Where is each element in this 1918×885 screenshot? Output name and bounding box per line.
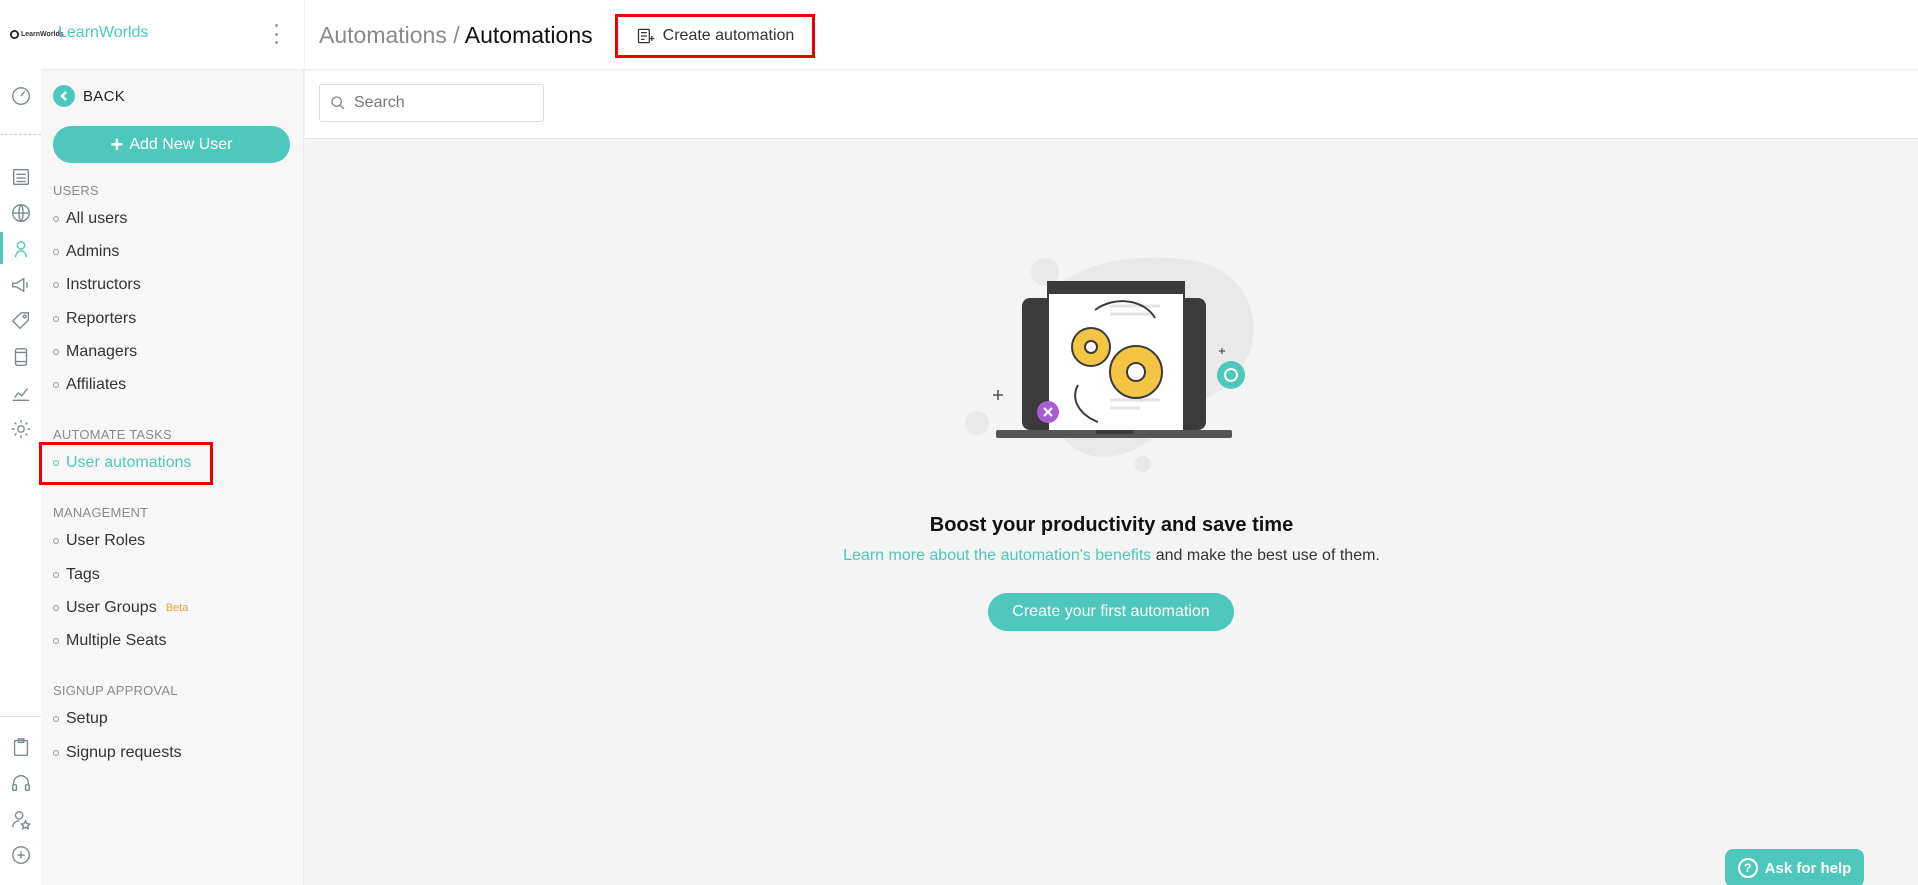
- section-title-management: MANAGEMENT: [53, 505, 149, 520]
- page-title: Automations: [464, 22, 593, 48]
- bullet-icon: [53, 349, 59, 355]
- pages-icon[interactable]: [9, 165, 33, 189]
- bullet-icon: [53, 716, 59, 722]
- section-title-users: USERS: [53, 183, 99, 198]
- sidebar-item-user-roles[interactable]: User Roles: [53, 532, 145, 550]
- search-bar: [305, 71, 1918, 139]
- create-first-automation-button[interactable]: Create your first automation: [988, 593, 1234, 631]
- icon-rail: [0, 0, 41, 885]
- learn-more-link[interactable]: Learn more about the automation's benefi…: [843, 547, 1151, 564]
- sidebar-item-affiliates[interactable]: Affiliates: [53, 376, 126, 394]
- sidebar-item-signup-requests[interactable]: Signup requests: [53, 744, 182, 762]
- kebab-menu-icon[interactable]: [271, 24, 281, 44]
- add-circle-icon[interactable]: [9, 843, 33, 867]
- bullet-icon: [53, 538, 59, 544]
- chevron-left-icon: [53, 85, 75, 107]
- user-star-icon[interactable]: [9, 807, 33, 831]
- sidebar-item-user-groups[interactable]: User Groups Beta: [53, 599, 188, 617]
- sidebar-item-admins[interactable]: Admins: [53, 243, 119, 261]
- bullet-icon: [53, 638, 59, 644]
- sidebar-item-label: Multiple Seats: [66, 632, 167, 649]
- bullet-icon: [53, 750, 59, 756]
- rail-divider-bottom: [0, 716, 41, 717]
- sidebar-item-user-automations[interactable]: User automations: [53, 454, 191, 472]
- sidebar-item-tags[interactable]: Tags: [53, 566, 100, 584]
- sidebar-item-managers[interactable]: Managers: [53, 343, 137, 361]
- add-new-user-label: Add New User: [129, 135, 233, 153]
- section-title-signup-approval: SIGNUP APPROVAL: [53, 683, 178, 698]
- section-title-automate-tasks: AUTOMATE TASKS: [53, 427, 172, 442]
- beta-badge: Beta: [165, 602, 189, 614]
- brand-name[interactable]: LearnWorlds: [58, 24, 148, 42]
- sidebar-item-label: User automations: [66, 454, 192, 471]
- bullet-icon: [53, 282, 59, 288]
- create-automation-label: Create automation: [662, 27, 795, 44]
- empty-state-text: Learn more about the automation's benefi…: [305, 547, 1918, 565]
- sidebar-item-setup[interactable]: Setup: [53, 710, 108, 728]
- sidebar-item-label: User Roles: [66, 532, 146, 549]
- sidebar-item-all-users[interactable]: All users: [53, 210, 127, 228]
- tag-icon[interactable]: [9, 309, 33, 333]
- sidebar-item-label: Instructors: [66, 276, 141, 293]
- search-icon: [331, 96, 345, 110]
- gear-icon[interactable]: [9, 417, 33, 441]
- automation-add-icon: [637, 28, 655, 44]
- sidebar-item-label: Tags: [66, 566, 100, 583]
- sidebar-item-label: Reporters: [66, 310, 137, 327]
- search-box: [319, 84, 544, 122]
- bullet-icon: [53, 460, 59, 466]
- search-input[interactable]: [354, 94, 534, 112]
- sidebar-item-label: User Groups: [66, 599, 157, 616]
- breadcrumb: Automations / Automations: [319, 22, 593, 49]
- sidebar-item-multiple-seats[interactable]: Multiple Seats: [53, 632, 167, 650]
- mobile-icon[interactable]: [9, 345, 33, 369]
- rail-divider: [0, 134, 41, 135]
- users-icon[interactable]: [9, 237, 33, 261]
- breadcrumb-parent[interactable]: Automations: [319, 22, 447, 48]
- ask-for-help-button[interactable]: ? Ask for help: [1725, 849, 1864, 885]
- sidebar-item-label: Managers: [66, 343, 138, 360]
- sidebar-item-label: Admins: [66, 243, 120, 260]
- sidebar-item-label: Affiliates: [66, 376, 127, 393]
- create-automation-button[interactable]: Create automation: [615, 14, 815, 58]
- speedometer-icon[interactable]: [9, 84, 33, 108]
- clipboard-icon[interactable]: [9, 735, 33, 759]
- headset-icon[interactable]: [9, 771, 33, 795]
- logo-mark-icon: [10, 30, 19, 39]
- rail-active-indicator: [0, 232, 3, 264]
- bullet-icon: [53, 605, 59, 611]
- question-icon: ?: [1737, 858, 1758, 878]
- bullet-icon: [53, 216, 59, 222]
- globe-icon[interactable]: [9, 201, 33, 225]
- add-new-user-button[interactable]: + Add New User: [53, 126, 290, 163]
- sidebar: LearnWorlds LearnWorlds BACK + Add New U…: [10, 0, 304, 885]
- sidebar-header: LearnWorlds LearnWorlds: [10, 0, 304, 70]
- sidebar-item-label: All users: [66, 210, 128, 227]
- sidebar-item-label: Setup: [66, 710, 108, 727]
- bullet-icon: [53, 249, 59, 255]
- empty-state-text-suffix: and make the best use of them.: [1151, 547, 1380, 564]
- analytics-icon[interactable]: [9, 381, 33, 405]
- bullet-icon: [53, 572, 59, 578]
- back-label: BACK: [83, 87, 126, 105]
- sidebar-item-label: Signup requests: [66, 744, 182, 761]
- megaphone-icon[interactable]: [9, 273, 33, 297]
- breadcrumb-separator: /: [446, 22, 465, 48]
- empty-state-title: Boost your productivity and save time: [929, 514, 1294, 536]
- automation-illustration: [965, 257, 1254, 472]
- plus-icon: +: [110, 131, 124, 157]
- brand-logo[interactable]: LearnWorlds: [10, 30, 64, 39]
- sidebar-item-instructors[interactable]: Instructors: [53, 276, 141, 294]
- bullet-icon: [53, 382, 59, 388]
- top-bar: Automations / Automations Create automat…: [305, 0, 1918, 70]
- bullet-icon: [53, 316, 59, 322]
- ask-for-help-label: Ask for help: [1764, 859, 1852, 877]
- sidebar-item-reporters[interactable]: Reporters: [53, 310, 136, 328]
- back-button[interactable]: BACK: [53, 85, 125, 107]
